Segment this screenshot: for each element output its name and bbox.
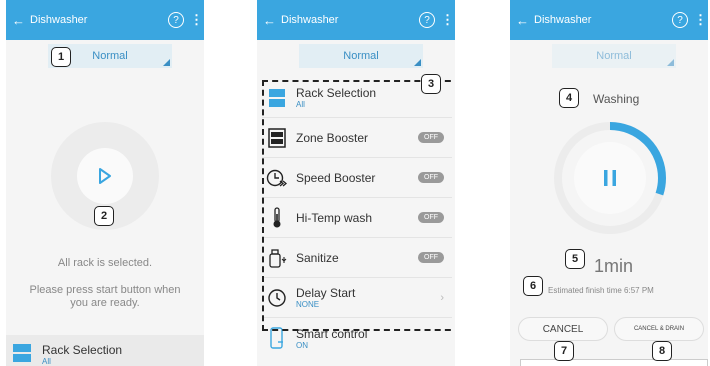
option-label: Speed Booster <box>296 170 376 185</box>
screen-ready: ← Dishwasher ? ⋮ Normal 1 2 All rack is … <box>6 0 204 366</box>
options-list: Rack Selection All Zone Booster OFF Speed… <box>262 78 452 358</box>
option-label: Sanitize <box>296 250 339 265</box>
mode-label: Normal <box>596 50 632 62</box>
callout-badge: 8 <box>652 341 672 361</box>
back-icon[interactable]: ← <box>263 13 277 28</box>
phone-icon <box>270 327 283 349</box>
clock-icon <box>268 288 286 307</box>
option-sanitize[interactable]: Sanitize OFF <box>262 238 452 278</box>
help-icon[interactable]: ? <box>168 12 184 28</box>
mode-label: Normal <box>343 50 379 62</box>
app-title: Dishwasher <box>30 14 88 26</box>
option-speed-booster[interactable]: Speed Booster OFF <box>262 158 452 198</box>
dropdown-corner-icon <box>667 59 674 66</box>
callout-badge: 6 <box>523 276 543 296</box>
sanitize-icon <box>269 248 287 268</box>
finish-time: Estimated finish time 6:57 PM <box>548 286 654 295</box>
option-smart-control[interactable]: Smart control ON <box>262 318 452 358</box>
rack-icon <box>13 344 31 362</box>
option-value: ON <box>296 340 308 350</box>
mode-dropdown: Normal <box>552 44 676 68</box>
rack-icon <box>269 88 285 107</box>
play-icon <box>99 168 111 184</box>
more-icon[interactable]: ⋮ <box>694 12 707 28</box>
app-title: Dishwasher <box>281 14 339 26</box>
option-label: Delay Start <box>296 286 356 300</box>
option-hi-temp-wash[interactable]: Hi-Temp wash OFF <box>262 198 452 238</box>
bottom-panel <box>520 359 708 366</box>
rack-selection-value: All <box>42 357 51 366</box>
hi-temp-toggle[interactable]: OFF <box>418 212 444 223</box>
time-remaining: 1min <box>594 256 634 276</box>
zone-booster-icon <box>268 127 286 148</box>
more-icon[interactable]: ⋮ <box>190 12 203 28</box>
rack-selection-row[interactable]: Rack Selection All <box>6 335 204 366</box>
back-icon[interactable]: ← <box>516 13 530 28</box>
cycle-status: Washing <box>593 92 640 106</box>
speed-booster-toggle[interactable]: OFF <box>418 172 444 183</box>
callout-badge: 7 <box>554 341 574 361</box>
screen-options: ← Dishwasher ? ⋮ Normal 3 Rack Selection… <box>257 0 455 366</box>
dropdown-corner-icon <box>163 59 170 66</box>
option-delay-start[interactable]: Delay Start NONE › <box>262 278 452 318</box>
rack-message: All rack is selected. <box>57 257 153 269</box>
callout-badge: 2 <box>94 206 114 226</box>
speed-booster-icon <box>266 169 288 186</box>
more-icon[interactable]: ⋮ <box>441 12 454 28</box>
start-button[interactable] <box>77 148 133 204</box>
callout-badge: 1 <box>51 47 71 67</box>
app-bar: ← Dishwasher ? ⋮ <box>6 0 204 40</box>
mode-dropdown[interactable]: Normal <box>299 44 423 68</box>
option-label: Zone Booster <box>296 130 369 145</box>
callout-badge: 5 <box>565 249 585 269</box>
option-label: Hi-Temp wash <box>296 210 373 225</box>
cancel-button[interactable]: CANCEL <box>518 317 608 341</box>
instruction-line-2: you are ready. <box>70 297 140 309</box>
screen-washing: ← Dishwasher ? ⋮ Normal 4 Washing 5 1min… <box>510 0 708 366</box>
callout-badge: 3 <box>421 74 441 94</box>
help-icon[interactable]: ? <box>672 12 688 28</box>
option-value: NONE <box>296 300 320 309</box>
mode-label: Normal <box>92 50 128 62</box>
rack-selection-label: Rack Selection <box>42 343 123 357</box>
callout-badge: 4 <box>559 88 579 108</box>
zone-booster-toggle[interactable]: OFF <box>418 132 444 143</box>
progress-ring <box>554 122 666 234</box>
help-icon[interactable]: ? <box>419 12 435 28</box>
app-bar: ← Dishwasher ? ⋮ <box>510 0 708 40</box>
chevron-right-icon: › <box>440 291 444 304</box>
sanitize-toggle[interactable]: OFF <box>418 252 444 263</box>
app-title: Dishwasher <box>534 14 592 26</box>
app-bar: ← Dishwasher ? ⋮ <box>257 0 455 40</box>
back-icon[interactable]: ← <box>12 13 26 28</box>
option-label: Smart control <box>296 326 368 341</box>
instruction-line-1: Please press start button when <box>29 284 181 296</box>
cancel-drain-button[interactable]: CANCEL & DRAIN <box>614 317 704 341</box>
option-value: All <box>296 100 305 109</box>
option-zone-booster[interactable]: Zone Booster OFF <box>262 118 452 158</box>
thermometer-icon <box>273 206 281 227</box>
dropdown-corner-icon <box>414 59 421 66</box>
